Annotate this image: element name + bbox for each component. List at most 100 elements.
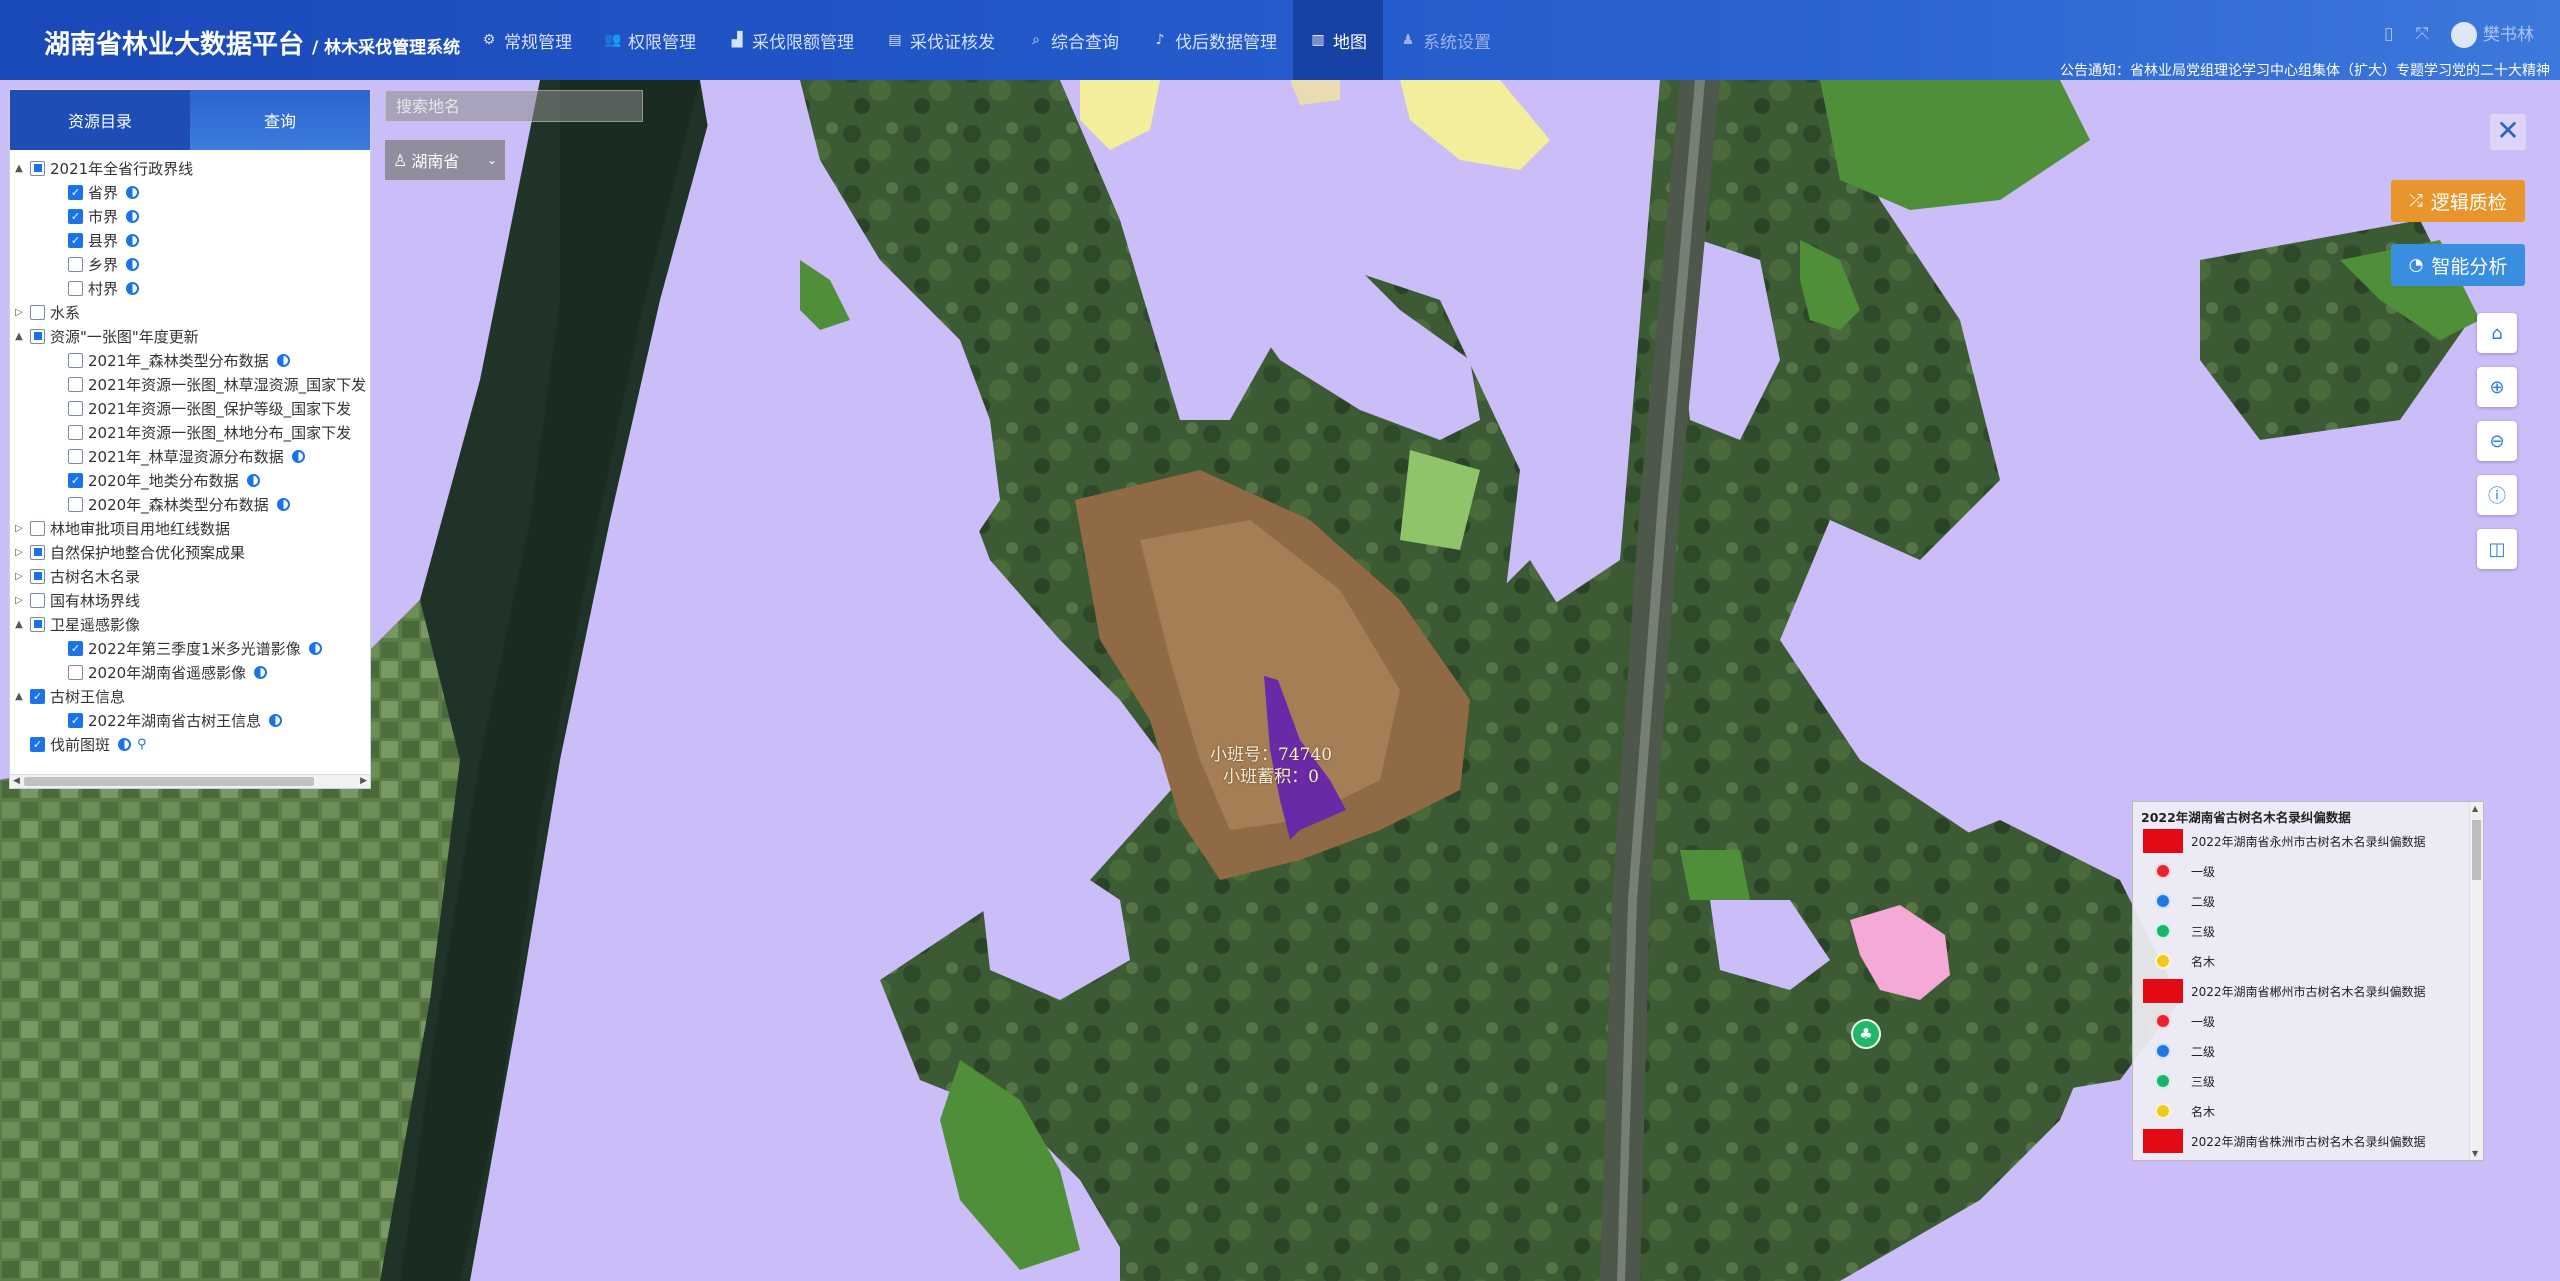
opacity-icon[interactable]: [276, 497, 290, 511]
fullscreen-icon[interactable]: ⤧: [2415, 24, 2429, 44]
scroll-up-icon[interactable]: ▲: [2472, 804, 2478, 813]
layer-checkbox[interactable]: [30, 304, 45, 320]
tree-node[interactable]: ▲ ✓ 古树王信息: [10, 684, 370, 708]
tree-node[interactable]: 2020年湖南省遥感影像: [10, 660, 370, 684]
opacity-icon[interactable]: [126, 185, 140, 199]
layer-checkbox[interactable]: [30, 328, 45, 344]
collapse-icon[interactable]: ▲: [12, 691, 26, 702]
scrollbar-thumb[interactable]: [24, 777, 314, 786]
opacity-icon[interactable]: [276, 353, 290, 367]
expand-icon[interactable]: ▷: [12, 571, 26, 582]
legend-scroll-thumb[interactable]: [2472, 820, 2481, 880]
tree-node[interactable]: ▷ 林地审批项目用地红线数据: [10, 516, 370, 540]
compare-button[interactable]: ◫: [2477, 529, 2517, 569]
layer-checkbox[interactable]: ✓: [68, 712, 83, 728]
opacity-icon[interactable]: [126, 209, 140, 223]
tree-node[interactable]: ✓ 伐前图斑 ⚲: [10, 732, 370, 756]
layer-checkbox[interactable]: [68, 352, 83, 368]
opacity-icon[interactable]: [291, 449, 305, 463]
opacity-icon[interactable]: [308, 641, 322, 655]
tree-node[interactable]: ▲ 2021年全省行政界线: [10, 156, 370, 180]
layer-checkbox[interactable]: [30, 160, 45, 176]
tree-node[interactable]: 村界: [10, 276, 370, 300]
scroll-left-icon[interactable]: ◀: [13, 776, 20, 786]
layer-checkbox[interactable]: [68, 424, 83, 440]
document-icon[interactable]: ▯: [2384, 24, 2393, 44]
close-icon[interactable]: ✕: [2490, 114, 2526, 150]
ancient-tree-marker[interactable]: ♣: [1851, 1019, 1881, 1049]
opacity-icon[interactable]: [126, 233, 140, 247]
tree-node[interactable]: ▷ 水系: [10, 300, 370, 324]
tree-node[interactable]: ✓ 市界: [10, 204, 370, 228]
layer-checkbox[interactable]: ✓: [68, 208, 83, 224]
collapse-icon[interactable]: ▲: [12, 163, 26, 174]
tree-node[interactable]: ✓ 2022年第三季度1米多光谱影像: [10, 636, 370, 660]
tree-node[interactable]: ✓ 2022年湖南省古树王信息: [10, 708, 370, 732]
expand-icon[interactable]: ▷: [12, 547, 26, 558]
layer-checkbox[interactable]: [68, 280, 83, 296]
region-select[interactable]: ♙ 湖南省 ⌄: [385, 140, 505, 180]
tree-node[interactable]: 2021年资源一张图_林地分布_国家下发: [10, 420, 370, 444]
tree-node[interactable]: 2021年_林草湿资源分布数据: [10, 444, 370, 468]
user-menu[interactable]: 樊书林: [2451, 20, 2534, 48]
home-button[interactable]: ⌂: [2477, 313, 2517, 353]
scroll-right-icon[interactable]: ▶: [360, 776, 367, 786]
layer-checkbox[interactable]: [30, 592, 45, 608]
tree-node[interactable]: ▲ 资源"一张图"年度更新: [10, 324, 370, 348]
tree-node[interactable]: ▲ 卫星遥感影像: [10, 612, 370, 636]
expand-icon[interactable]: ▷: [12, 307, 26, 318]
tree-node[interactable]: 2020年_森林类型分布数据: [10, 492, 370, 516]
locate-pin-icon[interactable]: ⚲: [137, 737, 147, 752]
collapse-icon[interactable]: ▲: [12, 619, 26, 630]
layer-checkbox[interactable]: [68, 496, 83, 512]
opacity-icon[interactable]: [254, 665, 268, 679]
layer-checkbox[interactable]: ✓: [30, 736, 45, 752]
opacity-icon[interactable]: [118, 737, 132, 751]
layer-checkbox[interactable]: [68, 256, 83, 272]
opacity-icon[interactable]: [269, 713, 283, 727]
nav-post-harvest-data[interactable]: ♪ 伐后数据管理: [1135, 0, 1293, 80]
opacity-icon[interactable]: [246, 473, 260, 487]
info-button[interactable]: ⓘ: [2477, 475, 2517, 515]
layer-checkbox[interactable]: ✓: [68, 472, 83, 488]
tree-node[interactable]: 2021年_森林类型分布数据: [10, 348, 370, 372]
nav-permit-issuance[interactable]: ▤ 采伐证核发: [870, 0, 1011, 80]
tree-node[interactable]: 2021年资源一张图_保护等级_国家下发: [10, 396, 370, 420]
layer-checkbox[interactable]: ✓: [68, 232, 83, 248]
nav-map[interactable]: ▥ 地图: [1293, 0, 1383, 80]
layer-checkbox[interactable]: ✓: [68, 184, 83, 200]
tree-node[interactable]: ▷ 古树名木名录: [10, 564, 370, 588]
layer-checkbox[interactable]: [30, 520, 45, 536]
layer-checkbox[interactable]: ✓: [30, 688, 45, 704]
layer-checkbox[interactable]: [68, 400, 83, 416]
tree-node[interactable]: 乡界: [10, 252, 370, 276]
nav-system-settings[interactable]: ♟ 系统设置: [1383, 0, 1507, 80]
tree-node[interactable]: ✓ 2020年_地类分布数据: [10, 468, 370, 492]
layer-checkbox[interactable]: [30, 568, 45, 584]
search-input[interactable]: [386, 91, 642, 121]
layer-checkbox[interactable]: [30, 616, 45, 632]
logic-check-button[interactable]: ⤮ 逻辑质检: [2391, 180, 2525, 222]
scroll-down-icon[interactable]: ▼: [2472, 1149, 2478, 1158]
zoom-in-button[interactable]: ⊕: [2477, 367, 2517, 407]
expand-icon[interactable]: ▷: [12, 595, 26, 606]
nav-general-management[interactable]: ⚙ 常规管理: [464, 0, 588, 80]
tree-node[interactable]: ✓ 县界: [10, 228, 370, 252]
tree-node[interactable]: ▷ 国有林场界线: [10, 588, 370, 612]
legend-scrollbar[interactable]: ▲ ▼: [2469, 802, 2483, 1160]
tree-node[interactable]: ▷ 自然保护地整合优化预案成果: [10, 540, 370, 564]
layer-checkbox[interactable]: [30, 544, 45, 560]
expand-icon[interactable]: ▷: [12, 523, 26, 534]
opacity-icon[interactable]: [126, 281, 140, 295]
layer-checkbox[interactable]: [68, 664, 83, 680]
zoom-out-button[interactable]: ⊖: [2477, 421, 2517, 461]
smart-analysis-button[interactable]: ◔ 智能分析: [2391, 244, 2525, 286]
nav-comprehensive-query[interactable]: ⌕ 综合查询: [1011, 0, 1135, 80]
tree-node[interactable]: ✓ 省界: [10, 180, 370, 204]
tree-node[interactable]: 2021年资源一张图_林草湿资源_国家下发: [10, 372, 370, 396]
tab-resource-catalog[interactable]: 资源目录: [10, 90, 190, 150]
layer-checkbox[interactable]: ✓: [68, 640, 83, 656]
tab-query[interactable]: 查询: [190, 90, 370, 150]
layer-checkbox[interactable]: [68, 448, 83, 464]
opacity-icon[interactable]: [126, 257, 140, 271]
